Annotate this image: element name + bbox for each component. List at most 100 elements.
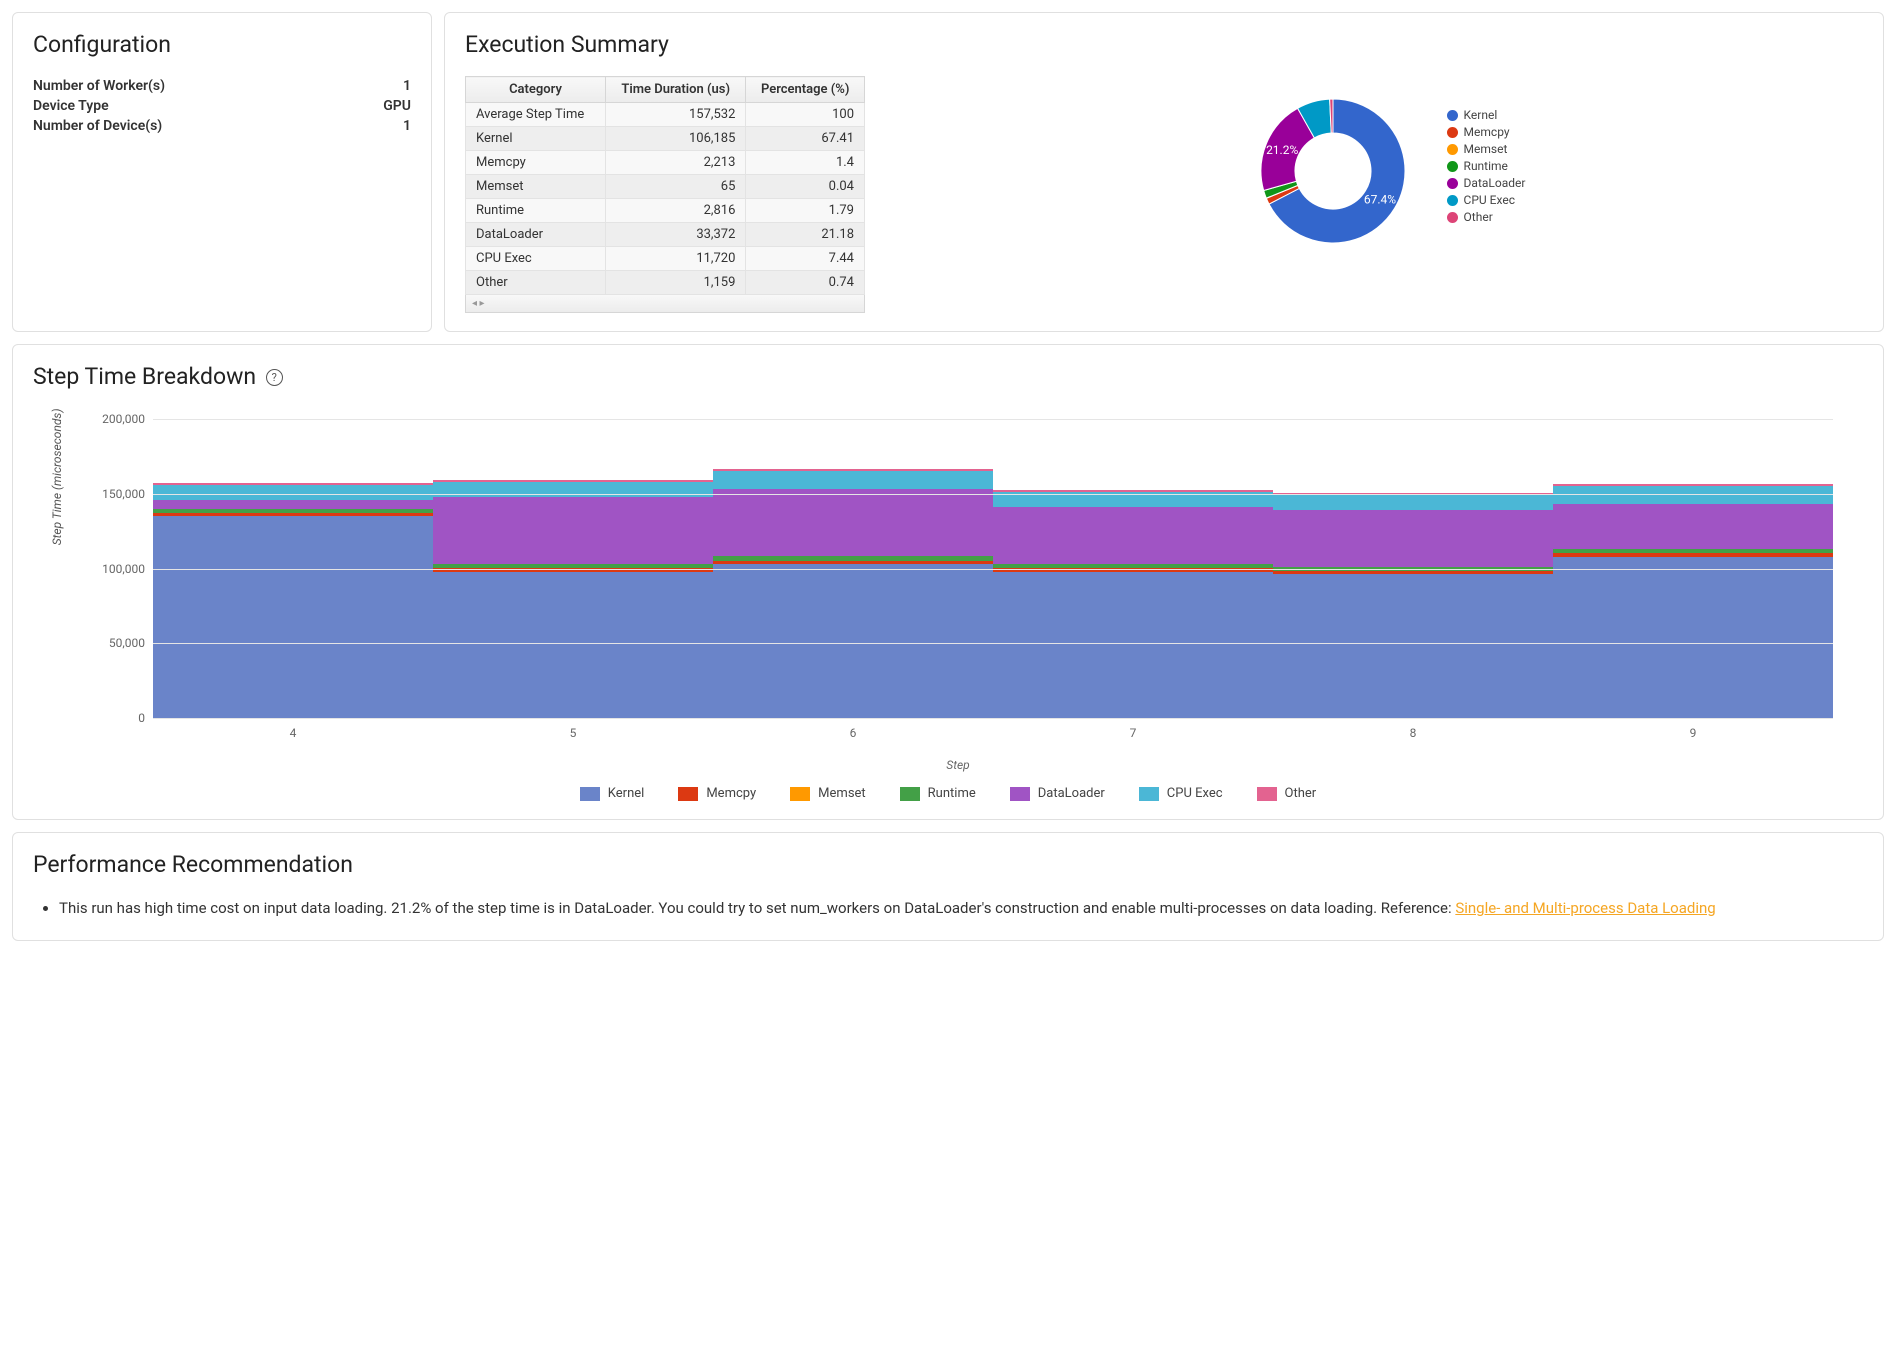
- y-axis-label: Step Time (microseconds): [50, 409, 64, 546]
- recommendation-list: This run has high time cost on input dat…: [33, 896, 1863, 922]
- config-value: 1: [403, 118, 411, 134]
- legend-swatch: [1257, 787, 1277, 801]
- cell-percentage: 1.4: [746, 151, 865, 175]
- legend-item[interactable]: Memcpy: [678, 786, 756, 801]
- config-row: Device TypeGPU: [33, 96, 411, 116]
- cell-category: Memcpy: [466, 151, 606, 175]
- legend-item[interactable]: CPU Exec: [1139, 786, 1223, 801]
- x-tick-label: 5: [570, 726, 577, 740]
- legend-label: DataLoader: [1464, 176, 1526, 190]
- legend-swatch: [1447, 195, 1458, 206]
- bar-segment-kernel[interactable]: [713, 564, 993, 718]
- legend-label: Memcpy: [1464, 125, 1510, 139]
- legend-swatch: [1447, 178, 1458, 189]
- legend-label: Memset: [818, 786, 866, 801]
- step-breakdown-title-text: Step Time Breakdown: [33, 363, 256, 390]
- legend-item[interactable]: DataLoader: [1447, 176, 1526, 190]
- legend-swatch: [1010, 787, 1030, 801]
- bar-segment-kernel[interactable]: [433, 572, 713, 719]
- configuration-title: Configuration: [33, 31, 411, 58]
- grid-line: [153, 718, 1833, 719]
- bar-segment-cpu-exec[interactable]: [1553, 486, 1833, 504]
- table-pagination[interactable]: ◂ ▸: [465, 295, 865, 313]
- bar-segment-dataloader[interactable]: [153, 500, 433, 509]
- recommendation-link[interactable]: Single- and Multi-process Data Loading: [1455, 899, 1715, 917]
- stacked-bar-plot: 456789 050,000100,000150,000200,000: [153, 418, 1833, 718]
- bar-segment-dataloader[interactable]: [993, 507, 1273, 564]
- legend-label: DataLoader: [1038, 786, 1105, 801]
- config-label: Number of Device(s): [33, 118, 162, 134]
- cell-duration: 33,372: [605, 223, 745, 247]
- legend-swatch: [1447, 212, 1458, 223]
- x-tick-label: 9: [1690, 726, 1697, 740]
- legend-item[interactable]: Kernel: [580, 786, 645, 801]
- legend-swatch: [1447, 110, 1458, 121]
- donut-label: 67.4%: [1363, 193, 1395, 207]
- x-tick-label: 8: [1410, 726, 1417, 740]
- bar-segment-kernel[interactable]: [1553, 557, 1833, 718]
- legend-swatch: [1447, 161, 1458, 172]
- bar-segment-dataloader[interactable]: [433, 497, 713, 564]
- legend-item[interactable]: Memset: [790, 786, 866, 801]
- x-tick-label: 6: [850, 726, 857, 740]
- legend-item[interactable]: Runtime: [900, 786, 976, 801]
- donut-label: 21.2%: [1266, 143, 1298, 157]
- bar-segment-dataloader[interactable]: [1553, 504, 1833, 549]
- legend-item[interactable]: Kernel: [1447, 108, 1526, 122]
- cell-category: Other: [466, 271, 606, 295]
- cell-duration: 11,720: [605, 247, 745, 271]
- bar-segment-kernel[interactable]: [993, 572, 1273, 719]
- y-tick-label: 150,000: [102, 487, 145, 501]
- bar-segment-cpu-exec[interactable]: [153, 485, 433, 500]
- y-tick-label: 100,000: [102, 562, 145, 576]
- configuration-card: Configuration Number of Worker(s) 1 Device…: [12, 12, 432, 332]
- execution-summary-card: Execution Summary CategoryTime Duration …: [444, 12, 1884, 332]
- recommendation-item: This run has high time cost on input dat…: [59, 896, 1863, 922]
- cell-percentage: 7.44: [746, 247, 865, 271]
- cell-percentage: 0.04: [746, 175, 865, 199]
- legend-label: Other: [1464, 210, 1493, 224]
- table-row: Runtime2,8161.79: [466, 199, 865, 223]
- cell-percentage: 21.18: [746, 223, 865, 247]
- legend-swatch: [1447, 127, 1458, 138]
- legend-label: Memcpy: [706, 786, 756, 801]
- legend-item[interactable]: CPU Exec: [1447, 193, 1526, 207]
- bar-segment-cpu-exec[interactable]: [1273, 495, 1553, 510]
- legend-swatch: [678, 787, 698, 801]
- legend-item[interactable]: Memset: [1447, 142, 1526, 156]
- legend-label: Runtime: [928, 786, 976, 801]
- bar-segment-kernel[interactable]: [153, 516, 433, 718]
- grid-line: [153, 643, 1833, 644]
- legend-label: Kernel: [608, 786, 645, 801]
- donut-svg: 67.4% 21.2%: [1223, 76, 1433, 256]
- cell-percentage: 67.41: [746, 127, 865, 151]
- y-tick-label: 50,000: [109, 636, 145, 650]
- help-icon[interactable]: ?: [266, 369, 283, 386]
- cell-duration: 65: [605, 175, 745, 199]
- table-header: Percentage (%): [746, 77, 865, 103]
- bar-segment-dataloader[interactable]: [1273, 510, 1553, 567]
- config-label: Number of Worker(s): [33, 78, 165, 94]
- legend-item[interactable]: Other: [1447, 210, 1526, 224]
- legend-swatch: [580, 787, 600, 801]
- legend-item[interactable]: Memcpy: [1447, 125, 1526, 139]
- legend-label: Other: [1285, 786, 1317, 801]
- donut-legend: Kernel Memcpy Memset Runtime DataLoader CPU E…: [1447, 105, 1526, 227]
- legend-item[interactable]: Runtime: [1447, 159, 1526, 173]
- cell-percentage: 0.74: [746, 271, 865, 295]
- legend-item[interactable]: Other: [1257, 786, 1317, 801]
- step-breakdown-legend: Kernel Memcpy Memset Runtime DataLoader CPU E…: [33, 786, 1863, 801]
- legend-item[interactable]: DataLoader: [1010, 786, 1105, 801]
- cell-category: Memset: [466, 175, 606, 199]
- table-row: Memset650.04: [466, 175, 865, 199]
- legend-label: CPU Exec: [1464, 193, 1515, 207]
- recommendation-card: Performance Recommendation This run has …: [12, 832, 1884, 941]
- step-breakdown-chart: Step Time (microseconds) 456789 050,0001…: [73, 408, 1843, 778]
- cell-category: Kernel: [466, 127, 606, 151]
- bar-segment-dataloader[interactable]: [713, 489, 993, 556]
- configuration-rows: Number of Worker(s) 1 Device TypeGPU Number…: [33, 76, 411, 136]
- table-row: Kernel106,18567.41: [466, 127, 865, 151]
- bar-segment-cpu-exec[interactable]: [713, 471, 993, 489]
- bar-segment-kernel[interactable]: [1273, 574, 1553, 718]
- table-row: DataLoader33,37221.18: [466, 223, 865, 247]
